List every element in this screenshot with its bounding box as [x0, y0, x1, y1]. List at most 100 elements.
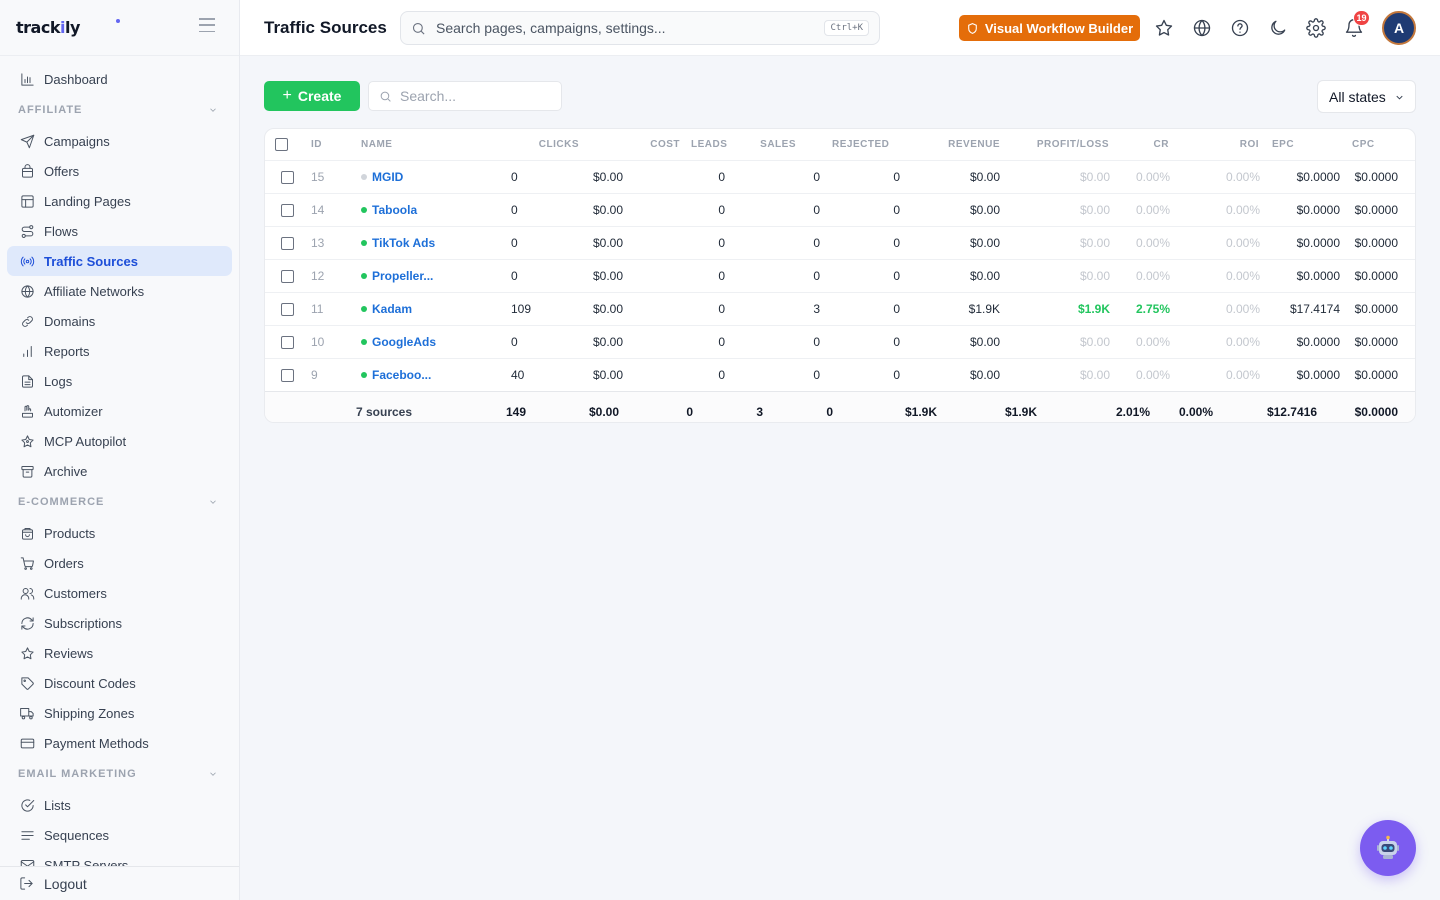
sidebar-item-affiliate-networks[interactable]: Affiliate Networks: [7, 276, 232, 306]
global-search-input[interactable]: [436, 20, 825, 36]
row-checkbox[interactable]: [281, 368, 294, 382]
col-profit[interactable]: PROFIT/LOSS: [1025, 129, 1109, 160]
list-search-input[interactable]: [400, 88, 550, 104]
table-row[interactable]: 15 MGID 0 $0.00 0 0 0 $0.00 $0.00 0.00% 0.00% $0.00…: [265, 161, 1415, 194]
sidebar-item-discount-codes[interactable]: Discount Codes: [7, 668, 232, 698]
source-name: Faceboo...: [372, 368, 432, 382]
row-id: 10: [311, 335, 325, 349]
row-checkbox[interactable]: [281, 302, 294, 316]
row-checkbox[interactable]: [281, 335, 294, 349]
row-leads: 0: [718, 368, 725, 382]
col-revenue[interactable]: REVENUE: [929, 129, 1000, 160]
logout-button[interactable]: Logout: [0, 866, 239, 900]
sidebar-item-logs[interactable]: Logs: [7, 366, 232, 396]
col-rejected[interactable]: REJECTED: [832, 129, 889, 160]
file-text-icon: [19, 373, 35, 389]
source-name-link[interactable]: GoogleAds: [361, 335, 436, 349]
source-name-link[interactable]: Kadam: [361, 302, 412, 316]
source-name-link[interactable]: Propeller...: [361, 269, 433, 283]
row-checkbox[interactable]: [281, 269, 294, 283]
row-checkbox[interactable]: [281, 236, 294, 250]
col-cost[interactable]: COST: [615, 129, 680, 160]
visual-workflow-builder-button[interactable]: Visual Workflow Builder: [959, 15, 1140, 41]
create-button[interactable]: + Create: [264, 81, 360, 111]
sidebar-item-orders[interactable]: Orders: [7, 548, 232, 578]
source-name: Propeller...: [372, 269, 434, 283]
table-row[interactable]: 14 Taboola 0 $0.00 0 0 0 $0.00 $0.00 0.00% 0.00% $0…: [265, 194, 1415, 227]
table-row[interactable]: 10 GoogleAds 0 $0.00 0 0 0 $0.00 $0.00 0.00% 0.00%…: [265, 326, 1415, 359]
sidebar-item-subscriptions[interactable]: Subscriptions: [7, 608, 232, 638]
row-roi: 0.00%: [1225, 236, 1260, 250]
sidebar-item-domains[interactable]: Domains: [7, 306, 232, 336]
sidebar-item-shipping-zones[interactable]: Shipping Zones: [7, 698, 232, 728]
row-cost: $0.00: [592, 302, 623, 316]
user-avatar[interactable]: A: [1382, 11, 1416, 45]
language-globe-icon[interactable]: [1191, 17, 1213, 39]
row-checkbox[interactable]: [281, 170, 294, 184]
sidebar-item-automizer[interactable]: Automizer: [7, 396, 232, 426]
source-name-link[interactable]: Taboola: [361, 203, 417, 217]
source-name-link[interactable]: MGID: [361, 170, 403, 184]
row-checkbox[interactable]: [281, 203, 294, 217]
sidebar-item-lists[interactable]: Lists: [7, 790, 232, 820]
sidebar-item-landing-pages[interactable]: Landing Pages: [7, 186, 232, 216]
col-roi[interactable]: ROI: [1215, 129, 1259, 160]
row-cpc: $0.0000: [1354, 269, 1398, 283]
state-filter-value: All states: [1329, 88, 1386, 105]
sidebar-item-smtp-servers[interactable]: SMTP Servers: [7, 850, 232, 866]
sidebar-item-traffic-sources[interactable]: Traffic Sources: [7, 246, 232, 276]
col-epc[interactable]: EPC: [1272, 129, 1294, 160]
row-cr: 0.00%: [1135, 368, 1170, 382]
col-id[interactable]: ID: [311, 129, 322, 160]
credit-card-icon: [19, 735, 35, 751]
totals-roi: 0.00%: [1178, 405, 1213, 419]
section-affiliate[interactable]: AFFILIATE: [7, 94, 232, 126]
favorites-star-icon[interactable]: [1153, 17, 1175, 39]
sidebar-item-offers[interactable]: Offers: [7, 156, 232, 186]
section-label: E-COMMERCE: [18, 496, 105, 508]
brand-logo[interactable]: trackily: [16, 18, 80, 37]
global-search[interactable]: Ctrl+K: [400, 11, 880, 45]
sidebar: trackily Dashboard AFFILIATE Campaigns Offe…: [0, 0, 240, 900]
table-row[interactable]: 9 Faceboo... 40 $0.00 0 0 0 $0.00 $0.00 0.00% 0.00…: [265, 359, 1415, 392]
sidebar-item-products[interactable]: Products: [7, 518, 232, 548]
col-cpc[interactable]: CPC: [1352, 129, 1375, 160]
table-row[interactable]: 12 Propeller... 0 $0.00 0 0 0 $0.00 $0.00 0.00% 0.…: [265, 260, 1415, 293]
totals-revenue: $1.9K: [904, 405, 937, 419]
row-roi: 0.00%: [1225, 368, 1260, 382]
section-e-commerce[interactable]: E-COMMERCE: [7, 486, 232, 518]
sidebar-item-sequences[interactable]: Sequences: [7, 820, 232, 850]
row-cost: $0.00: [592, 335, 623, 349]
sidebar-item-campaigns[interactable]: Campaigns: [7, 126, 232, 156]
sidebar-item-flows[interactable]: Flows: [7, 216, 232, 246]
table-row[interactable]: 11 Kadam 109 $0.00 0 3 0 $1.9K $1.9K 2.75% 0.00% $1…: [265, 293, 1415, 326]
help-icon[interactable]: [1229, 17, 1251, 39]
dark-mode-moon-icon[interactable]: [1267, 17, 1289, 39]
col-sales[interactable]: SALES: [755, 129, 796, 160]
sidebar-item-archive[interactable]: Archive: [7, 456, 232, 486]
ai-assistant-button[interactable]: [1360, 820, 1416, 876]
sidebar-item-reports[interactable]: Reports: [7, 336, 232, 366]
sidebar-item-payment-methods[interactable]: Payment Methods: [7, 728, 232, 758]
state-filter-select[interactable]: All states: [1317, 80, 1416, 113]
col-name[interactable]: NAME: [361, 129, 392, 160]
col-leads[interactable]: LEADS: [691, 129, 727, 160]
totals-leads: 0: [686, 405, 693, 419]
table-row[interactable]: 13 TikTok Ads 0 $0.00 0 0 0 $0.00 $0.00 0.00% 0.00…: [265, 227, 1415, 260]
select-all-checkbox[interactable]: [275, 138, 288, 151]
col-cr[interactable]: CR: [1135, 129, 1169, 160]
source-name-link[interactable]: TikTok Ads: [361, 236, 435, 250]
sidebar-item-customers[interactable]: Customers: [7, 578, 232, 608]
menu-toggle-icon[interactable]: [199, 18, 215, 32]
sidebar-item-label: SMTP Servers: [44, 857, 129, 867]
list-search[interactable]: [368, 81, 562, 111]
sidebar-item-label: Logs: [44, 373, 73, 389]
source-name-link[interactable]: Faceboo...: [361, 368, 431, 382]
sidebar-item-dashboard[interactable]: Dashboard: [7, 64, 232, 94]
section-email-marketing[interactable]: EMAIL MARKETING: [7, 758, 232, 790]
sidebar-item-reviews[interactable]: Reviews: [7, 638, 232, 668]
settings-gear-icon[interactable]: [1305, 17, 1327, 39]
col-clicks[interactable]: CLICKS: [505, 129, 579, 160]
sidebar-item-mcp-autopilot[interactable]: MCP Autopilot: [7, 426, 232, 456]
row-profit: $0.00: [1079, 203, 1110, 217]
